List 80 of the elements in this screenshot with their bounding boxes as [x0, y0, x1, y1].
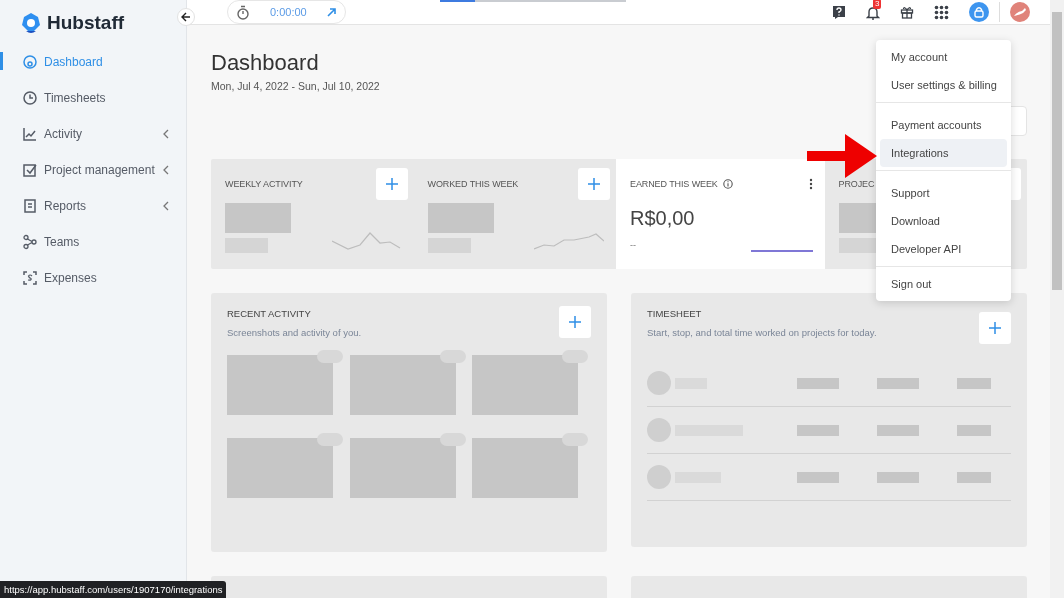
skeleton-pill: [317, 433, 343, 446]
skeleton-block: [797, 471, 839, 483]
status-url: https://app.hubstaff.com/users/1907170/integrations: [0, 581, 227, 598]
menu-item[interactable]: Support: [880, 179, 1007, 207]
widget-title: TIMESHEET: [647, 308, 703, 319]
card-title: WORKED THIS WEEK: [427, 179, 519, 189]
sidebar-item[interactable]: Reports: [0, 188, 186, 224]
add-button[interactable]: [979, 312, 1011, 344]
skeleton-block: [797, 377, 839, 389]
more-vertical-icon[interactable]: [808, 178, 813, 190]
sidebar-item[interactable]: Expenses: [0, 260, 186, 296]
sidebar-item[interactable]: Project management: [0, 152, 186, 188]
menu-item[interactable]: Download: [880, 207, 1007, 235]
add-button[interactable]: [578, 168, 610, 200]
menu-item[interactable]: My account: [880, 43, 1007, 71]
skeleton-block: [225, 203, 291, 233]
skeleton-block: [957, 471, 991, 483]
skeleton-pill: [439, 433, 466, 446]
page-title: Dashboard: [211, 50, 319, 76]
clock-icon: [22, 90, 38, 106]
line-chart-icon: [22, 126, 38, 142]
apps-grid-icon[interactable]: [934, 4, 949, 20]
skeleton-pill: [562, 350, 588, 363]
plus-icon: [588, 178, 600, 190]
stat-value: R$0,00: [630, 207, 696, 230]
stat-change: --: [630, 240, 636, 250]
skeleton-block: [797, 424, 839, 436]
card-title: WEEKLY ACTIVITY: [225, 179, 303, 189]
menu-item[interactable]: User settings & billing: [880, 71, 1007, 99]
card-title: EARNED THIS WEEK: [630, 179, 718, 189]
plus-icon: [569, 316, 581, 328]
plus-icon: [385, 178, 398, 190]
bell-icon[interactable]: [866, 4, 880, 20]
add-button[interactable]: [559, 306, 591, 338]
widget-subtitle: Start, stop, and total time worked on projects for today.: [647, 326, 878, 339]
menu-item[interactable]: Integrations: [880, 139, 1007, 167]
logo-text: Hubstaff: [47, 12, 125, 34]
skeleton-block: [877, 377, 919, 389]
hubstaff-logo-icon: [19, 11, 43, 35]
document-icon: [22, 198, 38, 214]
sidebar-item[interactable]: Activity: [0, 116, 186, 152]
checkbox-icon: [22, 162, 38, 178]
stopwatch-icon: [236, 4, 250, 20]
profile-avatar[interactable]: [1010, 2, 1030, 22]
info-icon: [722, 179, 733, 189]
pointer-arrow: [807, 134, 877, 178]
sidebar-item[interactable]: Teams: [0, 224, 186, 260]
receipt-icon: [22, 270, 38, 286]
plus-icon: [989, 322, 1001, 334]
trend-line: [750, 250, 813, 252]
widget-subtitle: Screenshots and activity of you.: [227, 326, 363, 339]
skeleton-pill: [562, 433, 588, 446]
skeleton-circle: [647, 465, 671, 489]
notification-badge: 3: [873, 0, 882, 9]
widget-title: RECENT ACTIVITY: [227, 308, 312, 319]
menu-item[interactable]: Payment accounts: [880, 111, 1007, 139]
scroll-thumb[interactable]: [1052, 12, 1062, 290]
help-icon[interactable]: [832, 4, 846, 20]
skeleton-circle: [647, 418, 671, 442]
skeleton-pill: [439, 350, 466, 363]
skeleton-block: [957, 377, 991, 389]
date-range: Mon, Jul 4, 2022 - Sun, Jul 10, 2022: [211, 80, 380, 92]
add-button[interactable]: [375, 168, 408, 200]
skeleton-block: [877, 424, 919, 436]
skeleton-block: [877, 471, 919, 483]
arrow-up-right-icon: [326, 7, 337, 17]
gift-icon[interactable]: [900, 5, 914, 19]
card-title: PROJEC: [838, 179, 875, 189]
network-icon: [22, 234, 38, 250]
sidebar-item[interactable]: Timesheets: [0, 80, 186, 116]
skeleton-block: [957, 424, 991, 436]
menu-item[interactable]: Sign out: [880, 270, 1007, 298]
skeleton-block: [427, 203, 494, 233]
skeleton-pill: [317, 350, 343, 363]
gauge-icon: [22, 54, 38, 70]
user-avatar-icon[interactable]: [969, 2, 989, 22]
arrow-left-icon: [181, 12, 191, 22]
timer-time: 0:00:00: [270, 6, 307, 18]
menu-item[interactable]: Developer API: [880, 235, 1007, 263]
skeleton-circle: [647, 371, 671, 395]
